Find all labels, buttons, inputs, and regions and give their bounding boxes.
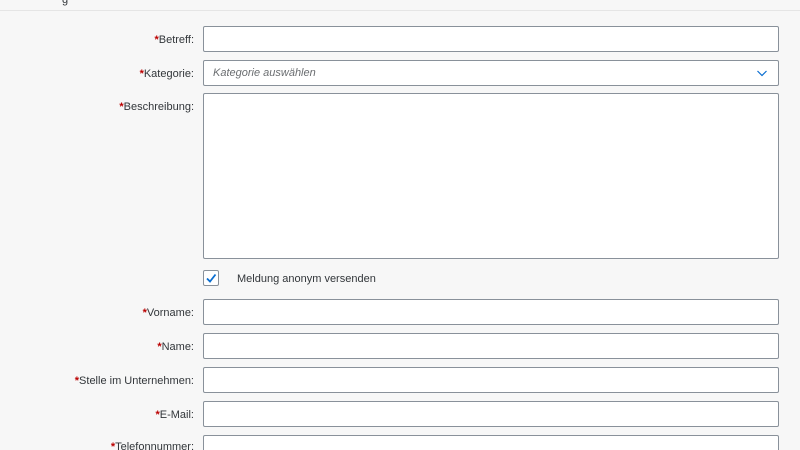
beschreibung-label: *Beschreibung: bbox=[119, 101, 194, 113]
row-kategorie: *Kategorie: Kategorie auswählen bbox=[0, 60, 800, 87]
row-beschreibung: *Beschreibung: bbox=[0, 93, 800, 260]
row-vorname: *Vorname: bbox=[0, 299, 800, 326]
row-email: *E-Mail: bbox=[0, 401, 800, 428]
kategorie-label: *Kategorie: bbox=[139, 68, 194, 80]
row-betreff: *Betreff: bbox=[0, 26, 800, 53]
vorname-label: *Vorname: bbox=[142, 307, 194, 319]
telefon-label: *Telefonnummer: bbox=[111, 441, 194, 450]
beschreibung-textarea[interactable] bbox=[203, 93, 779, 259]
row-name: *Name: bbox=[0, 333, 800, 360]
row-anonym: Meldung anonym versenden bbox=[0, 270, 800, 288]
kategorie-select[interactable]: Kategorie auswählen bbox=[203, 60, 779, 86]
anonym-checkbox[interactable] bbox=[203, 270, 219, 286]
email-label: *E-Mail: bbox=[155, 409, 194, 421]
stelle-label: *Stelle im Unternehmen: bbox=[74, 375, 194, 387]
anonym-label[interactable]: Meldung anonym versenden bbox=[237, 273, 376, 285]
vorname-input[interactable] bbox=[203, 299, 779, 325]
chevron-down-icon[interactable] bbox=[756, 67, 768, 79]
name-label: *Name: bbox=[157, 341, 194, 353]
row-telefon: *Telefonnummer: bbox=[0, 435, 800, 450]
betreff-input[interactable] bbox=[203, 26, 779, 52]
row-stelle: *Stelle im Unternehmen: bbox=[0, 367, 800, 394]
telefon-input[interactable] bbox=[203, 435, 779, 450]
stelle-input[interactable] bbox=[203, 367, 779, 393]
checkmark-icon bbox=[206, 273, 217, 283]
kategorie-placeholder: Kategorie auswählen bbox=[213, 67, 316, 79]
email-input[interactable] bbox=[203, 401, 779, 427]
name-input[interactable] bbox=[203, 333, 779, 359]
betreff-label: *Betreff: bbox=[154, 34, 194, 46]
report-form: *Betreff: *Kategorie: Kategorie auswähle… bbox=[0, 0, 800, 450]
